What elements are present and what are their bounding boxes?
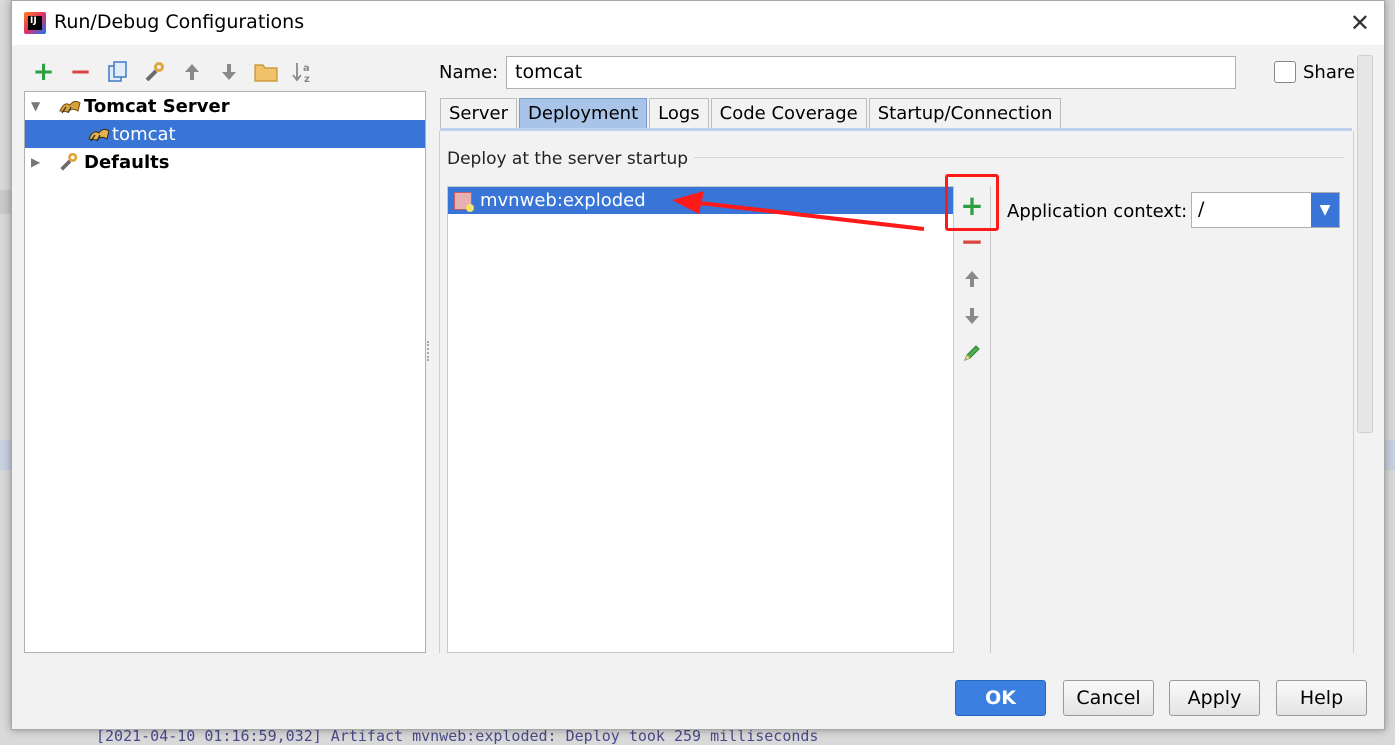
ide-background-strip [0, 440, 11, 470]
move-up-icon[interactable] [957, 264, 987, 294]
tree-item-label: Tomcat Server [84, 95, 230, 117]
share-checkbox[interactable] [1274, 61, 1296, 83]
tab-logs[interactable]: Logs [649, 98, 709, 128]
artifact-list: mvnweb:exploded [447, 186, 954, 653]
copy-config-icon[interactable] [104, 59, 131, 86]
wrench-icon[interactable] [141, 59, 168, 86]
tree-item-tomcat-server[interactable]: ▼ Tomcat Server [25, 92, 425, 120]
artifact-icon [454, 191, 474, 212]
tomcat-cat-icon [87, 125, 111, 148]
expand-triangle-icon[interactable]: ▼ [31, 99, 40, 113]
application-context-select[interactable]: / ▼ [1191, 192, 1340, 228]
application-context-value: / [1198, 198, 1205, 220]
config-toolbar: + − az [30, 57, 316, 87]
config-tree: ▼ Tomcat Server tomcat ▶ Defaults [24, 91, 426, 653]
svg-text:a: a [303, 63, 310, 74]
cancel-button[interactable]: Cancel [1063, 680, 1154, 716]
tree-item-defaults[interactable]: ▶ Defaults [25, 148, 425, 176]
tomcat-cat-icon [58, 97, 82, 120]
tree-item-label: tomcat [112, 123, 176, 145]
move-up-icon[interactable] [178, 59, 205, 86]
wrench-icon [57, 151, 81, 178]
annotation-arrow [672, 191, 925, 231]
artifact-toolbar: + − [953, 186, 991, 653]
name-label: Name: [439, 62, 499, 83]
name-input[interactable]: tomcat [506, 56, 1236, 89]
folder-icon[interactable] [252, 59, 279, 86]
sort-icon[interactable]: az [289, 59, 316, 86]
config-tabs: Server Deployment Logs Code Coverage Sta… [440, 98, 1063, 128]
ide-background-strip [0, 190, 11, 214]
tree-item-label: Defaults [84, 151, 170, 173]
share-label: Share [1303, 62, 1355, 83]
move-down-icon[interactable] [215, 59, 242, 86]
tab-startup-connection[interactable]: Startup/Connection [868, 98, 1062, 128]
panel-splitter[interactable] [427, 341, 433, 361]
artifact-label: mvnweb:exploded [480, 190, 646, 211]
application-context-label: Application context: [1007, 201, 1188, 222]
add-config-icon[interactable]: + [30, 57, 57, 87]
chevron-down-icon[interactable]: ▼ [1311, 193, 1339, 227]
section-title: Deploy at the server startup [447, 149, 689, 169]
collapse-triangle-icon[interactable]: ▶ [31, 155, 40, 169]
tab-deployment[interactable]: Deployment [519, 98, 648, 128]
window-title: Run/Debug Configurations [54, 11, 305, 33]
apply-button[interactable]: Apply [1169, 680, 1260, 716]
close-icon[interactable]: ✕ [1350, 9, 1370, 37]
ok-button[interactable]: OK [955, 680, 1046, 716]
ide-background-strip [1385, 440, 1395, 470]
remove-config-icon[interactable]: − [67, 57, 94, 87]
help-button[interactable]: Help [1276, 680, 1367, 716]
edit-pencil-icon[interactable] [957, 338, 987, 368]
intellij-logo-icon: IJ [24, 12, 46, 34]
section-divider [694, 157, 1344, 158]
tree-item-tomcat[interactable]: tomcat [25, 120, 425, 148]
vertical-scrollbar[interactable] [1357, 55, 1373, 433]
annotation-highlight-box [945, 174, 999, 231]
move-down-icon[interactable] [957, 301, 987, 331]
tab-server[interactable]: Server [440, 98, 518, 128]
svg-text:z: z [304, 74, 310, 84]
title-bar: IJ Run/Debug Configurations ✕ [12, 1, 1384, 45]
run-debug-dialog: IJ Run/Debug Configurations ✕ + − az ▼ T… [11, 0, 1385, 730]
tab-code-coverage[interactable]: Code Coverage [710, 98, 867, 128]
